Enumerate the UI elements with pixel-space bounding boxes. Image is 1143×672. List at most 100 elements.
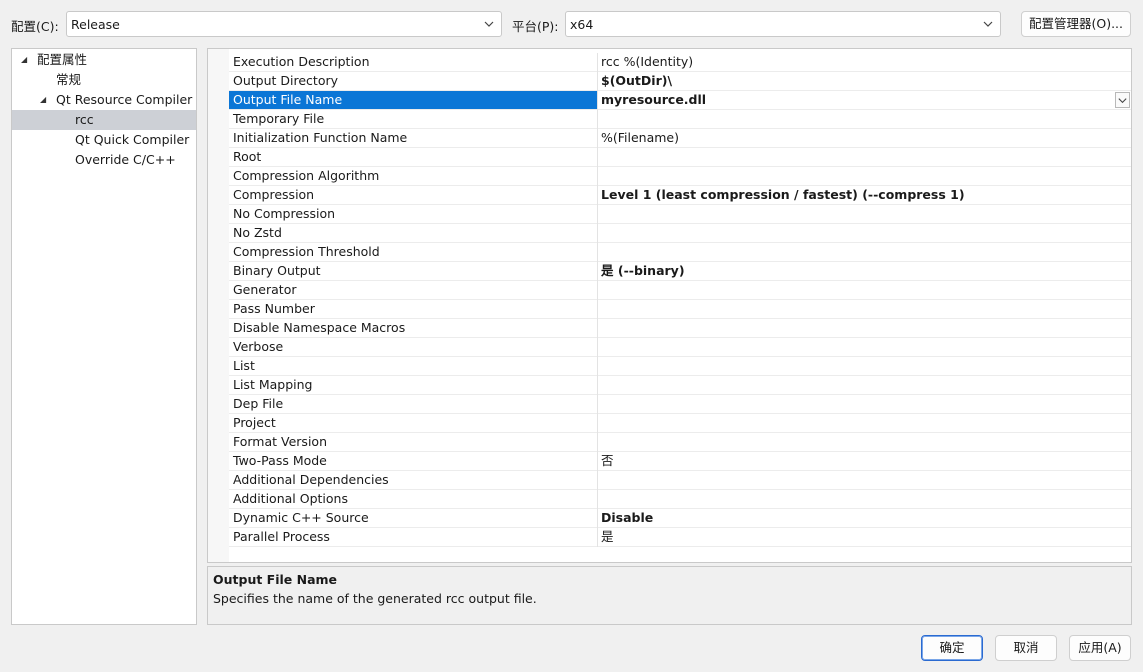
- property-value[interactable]: 否: [601, 452, 614, 470]
- ok-button[interactable]: 确定: [921, 635, 983, 661]
- value-dropdown-button[interactable]: [1115, 92, 1130, 108]
- toolbar: 配置(C): Release 平台(P): x64 配置管理器(O)...: [0, 0, 1143, 48]
- property-value[interactable]: 是 (--binary): [601, 262, 685, 280]
- tree-node-label: Override C/C++: [75, 152, 176, 167]
- column-divider: [597, 53, 598, 72]
- property-row[interactable]: Root: [229, 148, 1131, 167]
- property-row[interactable]: No Zstd: [229, 224, 1131, 243]
- property-name: Output File Name: [229, 91, 597, 109]
- property-value[interactable]: myresource.dll: [601, 91, 706, 109]
- expand-arrow-icon[interactable]: ◢: [40, 90, 46, 110]
- property-name: Root: [233, 149, 262, 164]
- property-name: Pass Number: [233, 301, 315, 316]
- config-dropdown-value: Release: [71, 17, 120, 32]
- column-divider: [597, 167, 598, 186]
- column-divider: [597, 490, 598, 509]
- property-row[interactable]: No Compression: [229, 205, 1131, 224]
- column-divider: [597, 72, 598, 91]
- property-row[interactable]: Dep File: [229, 395, 1131, 414]
- property-row[interactable]: Compression Level 1 (least compression / …: [229, 186, 1131, 205]
- property-value[interactable]: 是: [601, 528, 614, 546]
- property-row[interactable]: Additional Options: [229, 490, 1131, 509]
- property-row[interactable]: Dynamic C++ Source Disable: [229, 509, 1131, 528]
- property-name: Temporary File: [233, 111, 325, 126]
- property-grid: Execution Description rcc %(Identity) Outp…: [207, 48, 1132, 563]
- chevron-down-icon: [983, 21, 993, 27]
- column-divider: [597, 433, 598, 452]
- property-name: Parallel Process: [233, 529, 330, 544]
- config-label: 配置(C):: [11, 19, 59, 34]
- property-value[interactable]: $(OutDir)\: [601, 72, 672, 90]
- platform-label: 平台(P):: [512, 19, 559, 34]
- property-name: Dynamic C++ Source: [233, 510, 369, 525]
- property-row[interactable]: Execution Description rcc %(Identity): [229, 53, 1131, 72]
- property-row[interactable]: Disable Namespace Macros: [229, 319, 1131, 338]
- property-value[interactable]: %(Filename): [601, 129, 679, 147]
- property-row[interactable]: Initialization Function Name %(Filename): [229, 129, 1131, 148]
- column-divider: [597, 528, 598, 547]
- property-row[interactable]: Output File Name myresource.dll: [229, 91, 1131, 110]
- property-row[interactable]: Compression Threshold: [229, 243, 1131, 262]
- property-row[interactable]: Binary Output 是 (--binary): [229, 262, 1131, 281]
- property-row[interactable]: Format Version: [229, 433, 1131, 452]
- property-name: No Zstd: [233, 225, 282, 240]
- property-row[interactable]: Pass Number: [229, 300, 1131, 319]
- property-value[interactable]: Disable: [601, 509, 653, 527]
- column-divider: [597, 414, 598, 433]
- config-dropdown[interactable]: Release: [66, 11, 502, 37]
- property-row[interactable]: Output Directory $(OutDir)\: [229, 72, 1131, 91]
- property-row[interactable]: Temporary File: [229, 110, 1131, 129]
- property-name: Dep File: [233, 396, 284, 411]
- property-name: Initialization Function Name: [233, 130, 408, 145]
- tree-node-override-cpp[interactable]: Override C/C++: [12, 150, 196, 170]
- property-name: Compression: [233, 187, 315, 202]
- grid-gutter: [208, 49, 229, 562]
- column-divider: [597, 186, 598, 205]
- description-title: Output File Name: [213, 572, 338, 587]
- tree-node-config-properties[interactable]: ◢ 配置属性: [12, 50, 196, 70]
- tree-node-qt-quick-compiler[interactable]: Qt Quick Compiler: [12, 130, 196, 150]
- platform-dropdown[interactable]: x64: [565, 11, 1001, 37]
- property-name: Execution Description: [233, 54, 370, 69]
- property-row[interactable]: Verbose: [229, 338, 1131, 357]
- tree-node-label: rcc: [75, 112, 94, 127]
- property-name: Additional Options: [233, 491, 348, 506]
- property-row[interactable]: Two-Pass Mode 否: [229, 452, 1131, 471]
- description-text: Specifies the name of the generated rcc …: [213, 591, 537, 606]
- property-row[interactable]: List: [229, 357, 1131, 376]
- chevron-down-icon: [484, 21, 494, 27]
- property-name: Output Directory: [233, 73, 339, 88]
- column-divider: [597, 300, 598, 319]
- property-row[interactable]: Compression Algorithm: [229, 167, 1131, 186]
- cancel-button[interactable]: 取消: [995, 635, 1057, 661]
- property-row[interactable]: Generator: [229, 281, 1131, 300]
- property-name: List: [233, 358, 255, 373]
- column-divider: [597, 452, 598, 471]
- tree-node-qt-resource-compiler[interactable]: ◢ Qt Resource Compiler: [12, 90, 196, 110]
- property-name: Compression Threshold: [233, 244, 380, 259]
- property-name: Compression Algorithm: [233, 168, 380, 183]
- tree-node-general[interactable]: 常规: [12, 70, 196, 90]
- column-divider: [597, 110, 598, 129]
- property-name: Verbose: [233, 339, 284, 354]
- property-value[interactable]: rcc %(Identity): [601, 53, 693, 71]
- property-value[interactable]: Level 1 (least compression / fastest) (-…: [601, 186, 965, 204]
- column-divider: [597, 338, 598, 357]
- property-name: Additional Dependencies: [233, 472, 389, 487]
- config-manager-button[interactable]: 配置管理器(O)...: [1021, 11, 1131, 37]
- property-row[interactable]: List Mapping: [229, 376, 1131, 395]
- column-divider: [597, 471, 598, 490]
- property-row[interactable]: Parallel Process 是: [229, 528, 1131, 547]
- apply-button[interactable]: 应用(A): [1069, 635, 1131, 661]
- property-name: Disable Namespace Macros: [233, 320, 406, 335]
- property-row[interactable]: Additional Dependencies: [229, 471, 1131, 490]
- expand-arrow-icon[interactable]: ◢: [21, 50, 27, 70]
- column-divider: [597, 357, 598, 376]
- tree-node-rcc[interactable]: rcc: [12, 110, 196, 130]
- tree-node-label: Qt Quick Compiler: [75, 132, 190, 147]
- tree-node-label: 配置属性: [37, 52, 88, 67]
- property-row[interactable]: Project: [229, 414, 1131, 433]
- platform-dropdown-value: x64: [570, 17, 594, 32]
- column-divider: [597, 243, 598, 262]
- property-name: Two-Pass Mode: [233, 453, 327, 468]
